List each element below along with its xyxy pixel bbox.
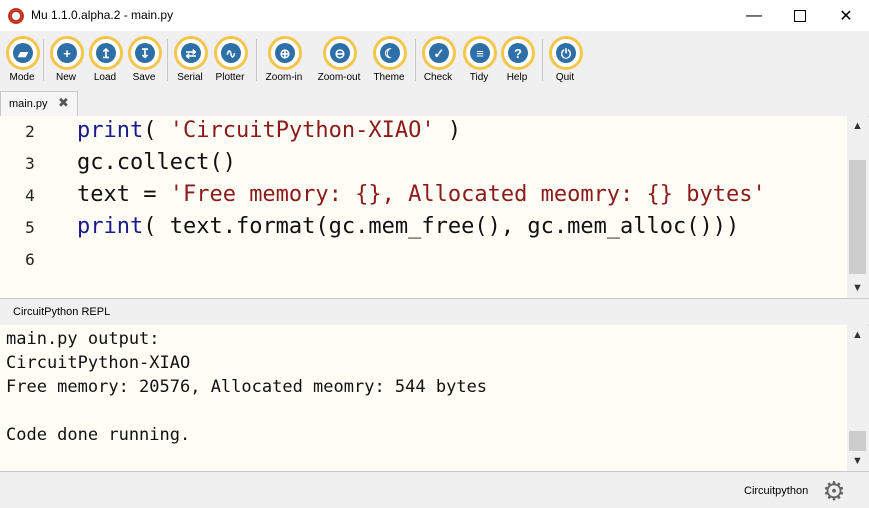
help-button[interactable]: ? Help — [491, 36, 543, 88]
code-line[interactable]: 5 print( text.format(gc.mem_free(), gc.me… — [0, 212, 847, 244]
tab-main-py[interactable]: main.py ✖ — [0, 91, 78, 117]
maximize-button[interactable] — [777, 0, 823, 31]
mode-status[interactable]: Circuitpython — [744, 485, 808, 497]
power-icon: ⏻ — [556, 43, 576, 63]
code-token: gc.collect() — [77, 150, 236, 175]
scroll-up-icon[interactable]: ▲ — [847, 116, 868, 136]
zoom-out-icon: ⊖ — [330, 43, 350, 63]
code-token: ( — [143, 118, 170, 143]
string-token: 'CircuitPython-XIAO' — [169, 118, 435, 143]
maximize-icon — [794, 9, 806, 22]
zoom-out-button[interactable]: ⊖ Zoom-out — [313, 36, 365, 88]
plotter-label: Plotter — [215, 72, 245, 83]
title-bar: Mu 1.1.0.alpha.2 - main.py — ✕ — [0, 0, 869, 32]
scroll-down-icon[interactable]: ▼ — [847, 278, 868, 298]
code-editor[interactable]: 2 print( 'CircuitPython-XIAO' ) 3 gc.collec… — [0, 116, 847, 298]
plotter-button[interactable]: ∿ Plotter — [204, 36, 256, 88]
thumbs-up-icon: ✓ — [429, 43, 449, 63]
download-icon: ↧ — [135, 43, 155, 63]
code-line[interactable]: 2 print( 'CircuitPython-XIAO' ) — [0, 116, 847, 148]
quit-label: Quit — [555, 72, 575, 83]
save-label: Save — [132, 72, 156, 83]
window-title: Mu 1.1.0.alpha.2 - main.py — [31, 8, 174, 22]
save-button[interactable]: ↧ Save — [118, 36, 170, 88]
repl-line: CircuitPython-XIAO — [6, 353, 191, 373]
tab-label: main.py — [9, 98, 48, 110]
code-line[interactable]: 6 — [0, 244, 847, 276]
line-number: 2 — [25, 122, 35, 141]
zoom-in-label: Zoom-in — [265, 72, 303, 83]
lines-icon: ≡ — [470, 43, 490, 63]
theme-button[interactable]: ☾ Theme — [363, 36, 415, 88]
repl-line: Code done running. — [6, 425, 191, 445]
zoom-in-button[interactable]: ⊕ Zoom-in — [258, 36, 310, 88]
code-token: text = — [77, 182, 170, 207]
zoom-in-icon: ⊕ — [275, 43, 295, 63]
editor-scrollbar[interactable]: ▲ ▼ — [847, 116, 868, 298]
upload-icon: ↥ — [96, 43, 116, 63]
code-token: ) — [434, 118, 462, 143]
line-number: 5 — [25, 218, 35, 237]
minimize-button[interactable]: — — [731, 0, 777, 31]
close-icon: ✕ — [839, 7, 853, 25]
scroll-thumb[interactable] — [849, 431, 866, 451]
plus-icon: + — [57, 43, 77, 63]
code-token: ( text.format(gc.mem_free(), gc.mem_allo… — [143, 214, 740, 239]
code-text[interactable]: gc.collect() — [77, 150, 236, 175]
code-text[interactable]: print( 'CircuitPython-XIAO' ) — [77, 118, 461, 143]
repl-header: CircuitPython REPL — [0, 298, 869, 326]
code-text[interactable]: text = 'Free memory: {}, Allocated meomr… — [77, 182, 766, 207]
line-number: 4 — [25, 186, 35, 205]
close-window-button[interactable]: ✕ — [823, 0, 869, 31]
toolbar: ▰ Mode + New ↥ Load ↧ Save ⇄ Serial ∿ Pl… — [0, 31, 869, 89]
mu-logo-icon — [8, 8, 24, 24]
keyword-token: print — [77, 214, 144, 239]
string-token: 'Free memory: {}, Allocated meomry: {} b… — [169, 182, 766, 207]
close-tab-icon[interactable]: ✖ — [58, 95, 69, 111]
zoom-out-label: Zoom-out — [317, 72, 361, 83]
moon-icon: ☾ — [380, 43, 400, 63]
toolbar-separator — [256, 39, 257, 81]
repl-output[interactable]: main.py output: CircuitPython-XIAO Free me… — [0, 325, 847, 471]
theme-label: Theme — [373, 72, 405, 83]
scroll-thumb[interactable] — [849, 160, 866, 274]
line-number: 6 — [25, 250, 35, 269]
quit-button[interactable]: ⏻ Quit — [539, 36, 591, 88]
scroll-up-icon[interactable]: ▲ — [847, 325, 868, 345]
scroll-down-icon[interactable]: ▼ — [847, 451, 868, 471]
status-bar: Circuitpython ⚙ — [0, 471, 869, 508]
tab-bar: main.py ✖ — [0, 89, 869, 117]
code-line[interactable]: 4 text = 'Free memory: {}, Allocated meom… — [0, 180, 847, 212]
question-icon: ? — [508, 43, 528, 63]
help-label: Help — [506, 72, 528, 83]
swap-arrows-icon: ⇄ — [181, 43, 201, 63]
minimize-icon: — — [746, 6, 762, 24]
gear-icon[interactable]: ⚙ — [821, 478, 847, 504]
line-number: 3 — [25, 154, 35, 173]
code-text[interactable]: print( text.format(gc.mem_free(), gc.mem… — [77, 214, 739, 239]
keyword-token: print — [77, 118, 144, 143]
mode-icon: ▰ — [13, 43, 33, 63]
repl-title: CircuitPython REPL — [13, 306, 111, 318]
repl-line: Free memory: 20576, Allocated meomry: 54… — [6, 377, 488, 397]
code-line[interactable]: 3 gc.collect() — [0, 148, 847, 180]
repl-scrollbar[interactable]: ▲ ▼ — [847, 325, 868, 471]
waveform-icon: ∿ — [221, 43, 241, 63]
repl-line: main.py output: — [6, 329, 160, 349]
